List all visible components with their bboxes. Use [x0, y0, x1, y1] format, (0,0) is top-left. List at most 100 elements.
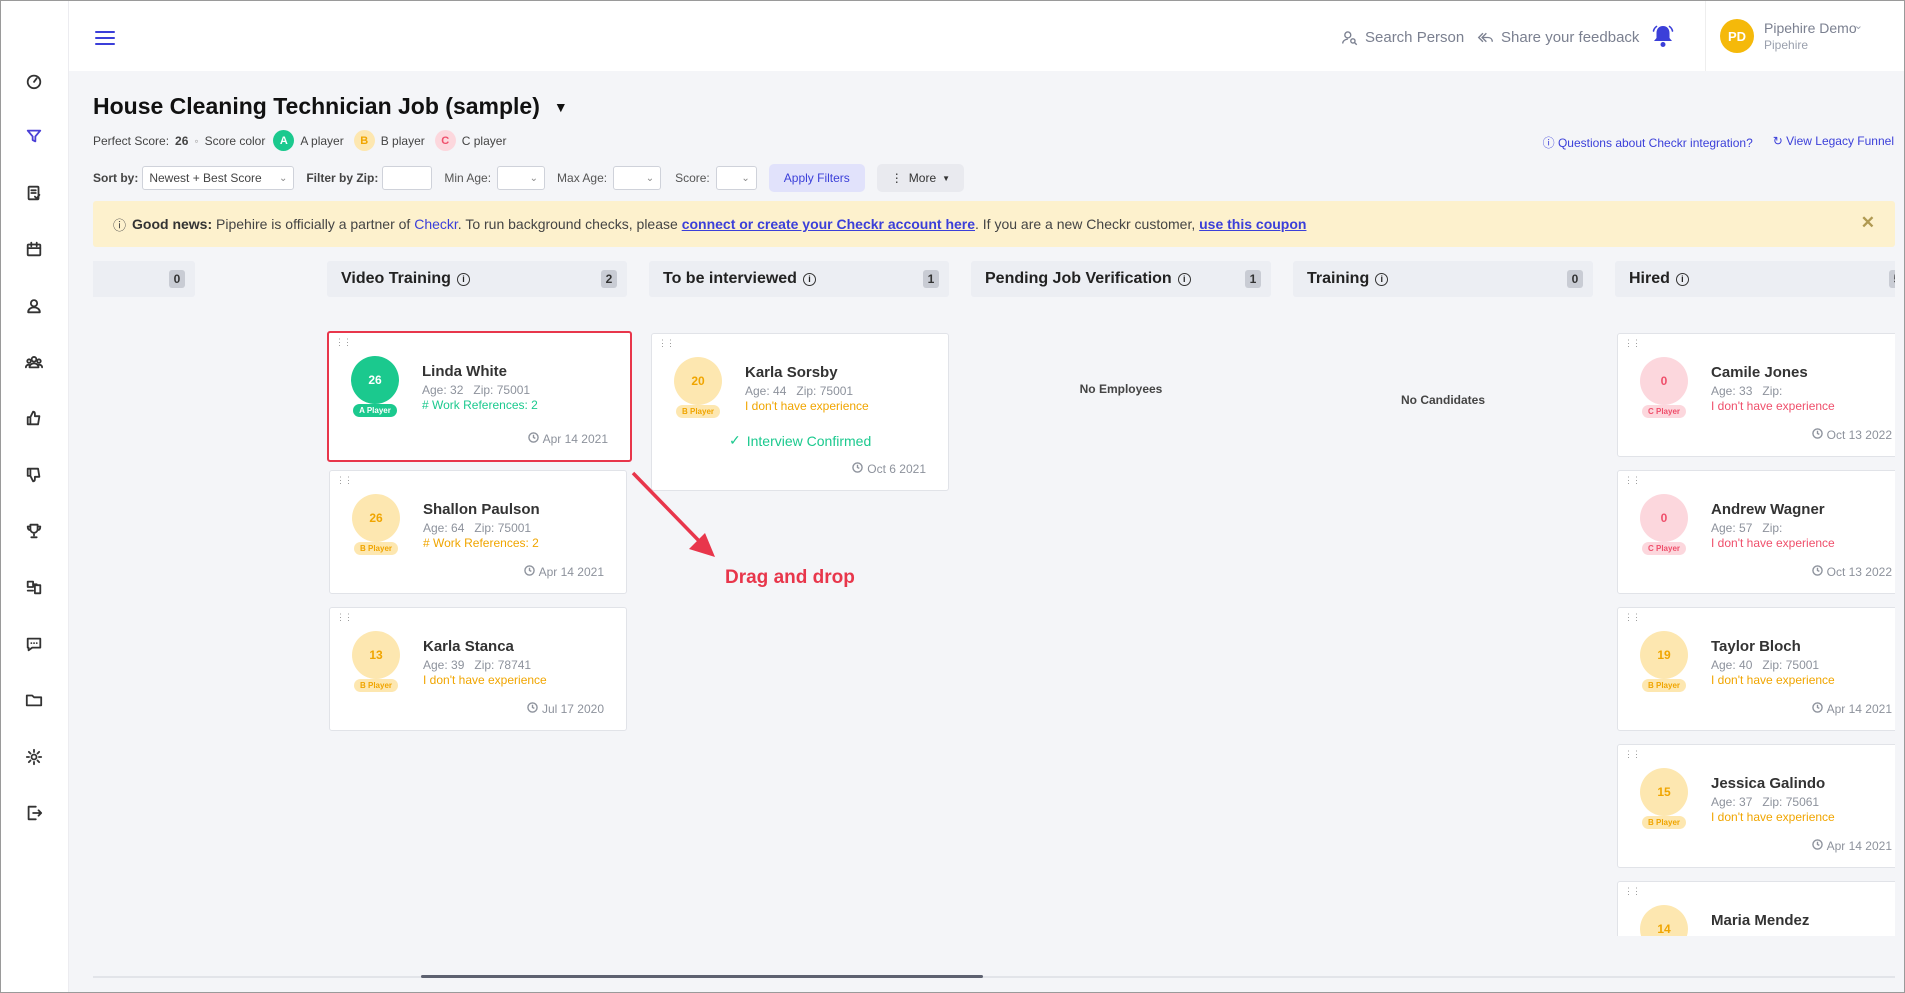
candidate-date: Apr 14 2021	[1811, 702, 1892, 716]
caret-down-icon: ▼	[942, 173, 951, 183]
settings-icon[interactable]	[23, 746, 45, 768]
candidate-name[interactable]: Karla Stanca	[423, 638, 514, 655]
candidate-name[interactable]: Camile Jones	[1711, 364, 1808, 381]
funnel-icon[interactable]	[23, 125, 45, 147]
candidate-card[interactable]: ⋮⋮ 19 B Player Taylor Bloch Age: 40 Zip: 750…	[1617, 607, 1895, 731]
candidate-detail: I don't have experience	[1711, 399, 1835, 413]
candidate-card[interactable]: ⋮⋮ 0 C Player Camile Jones Age: 33 Zip: I don…	[1617, 333, 1895, 457]
menu-icon[interactable]	[95, 31, 115, 47]
close-icon[interactable]: ✕	[1861, 213, 1875, 233]
info-icon[interactable]: i	[1675, 272, 1689, 286]
candidate-zip: Zip: 75001	[474, 521, 532, 535]
info-icon[interactable]: i	[1177, 272, 1191, 286]
candidate-age: Age: 33	[1711, 384, 1753, 398]
team-icon[interactable]	[23, 351, 45, 373]
alert-text-1: Pipehire is officially a partner of	[212, 216, 415, 232]
candidate-card[interactable]: ⋮⋮14B PlayerMaria Mendez	[1617, 881, 1895, 936]
sort-select[interactable]: Newest + Best Score ⌄	[142, 166, 295, 190]
apply-filters-button[interactable]: Apply Filters	[768, 164, 865, 192]
score-badge: 19	[1640, 631, 1688, 679]
drag-handle-icon[interactable]: ⋮⋮	[336, 613, 353, 622]
drag-handle-icon[interactable]: ⋮⋮	[1624, 613, 1641, 622]
candidate-name[interactable]: Jessica Galindo	[1711, 775, 1825, 792]
candidate-icon[interactable]	[23, 295, 45, 317]
drag-handle-icon[interactable]: ⋮⋮	[1624, 750, 1641, 759]
user-name: Pipehire Demo	[1764, 20, 1857, 36]
candidate-card[interactable]: ⋮⋮ 26 B Player Shallon Paulson Age: 64 Zip: …	[329, 470, 627, 594]
zip-label: Filter by Zip:	[306, 171, 379, 185]
drag-and-drop-annotation: Drag and drop	[725, 567, 855, 588]
notifications-bell-icon[interactable]	[1651, 23, 1675, 49]
candidate-zip: Zip:	[1762, 521, 1783, 535]
checkr-question-link[interactable]: ⓘ Questions about Checkr integration?	[1543, 134, 1753, 151]
min-age-select[interactable]: ⌄	[497, 166, 546, 190]
perfect-score-value: 26	[175, 133, 189, 148]
drag-handle-icon[interactable]: ⋮⋮	[658, 339, 675, 348]
feedback-button[interactable]: Share your feedback	[1477, 29, 1639, 46]
column-count: 1	[1245, 270, 1261, 288]
clock-icon	[523, 565, 535, 579]
caret-down-icon[interactable]: ▼	[554, 99, 568, 115]
coupon-link[interactable]: use this coupon	[1199, 216, 1306, 232]
search-person-label: Search Person	[1365, 29, 1465, 46]
c-player-dot: C	[434, 130, 456, 151]
candidate-meta: Age: 57 Zip:	[1711, 521, 1782, 535]
candidate-date: Apr 14 2021	[523, 565, 604, 579]
folder-icon[interactable]	[23, 689, 45, 711]
candidate-age: Age: 57	[1711, 521, 1753, 535]
perfect-score-label: Perfect Score:	[93, 133, 170, 148]
candidate-name[interactable]: Andrew Wagner	[1711, 501, 1825, 518]
horizontal-scrollbar[interactable]	[93, 976, 1895, 978]
drag-arrow	[631, 471, 715, 557]
trophy-icon[interactable]	[23, 520, 45, 542]
candidate-zip: Zip: 75061	[1762, 795, 1820, 809]
candidate-name[interactable]: Karla Sorsby	[745, 364, 838, 381]
legacy-funnel-link[interactable]: ↻ View Legacy Funnel	[1773, 134, 1894, 151]
candidate-card[interactable]: ⋮⋮ 15 B Player Jessica Galindo Age: 37 Zip: …	[1617, 744, 1895, 868]
drag-handle-icon[interactable]: ⋮⋮	[335, 338, 352, 347]
user-menu[interactable]: PD Pipehire Demo Pipehire ⌄	[1705, 1, 1904, 71]
logout-icon[interactable]	[23, 802, 45, 824]
alert-checkr: Checkr	[414, 216, 458, 232]
candidate-name[interactable]: Maria Mendez	[1711, 912, 1809, 929]
scrollbar-thumb[interactable]	[421, 975, 983, 978]
zip-input[interactable]	[382, 166, 433, 190]
info-icon[interactable]: i	[456, 272, 470, 286]
job-title: House Cleaning Technician Job (sample)	[93, 93, 540, 119]
candidate-name[interactable]: Linda White	[422, 363, 507, 380]
drag-handle-icon[interactable]: ⋮⋮	[1624, 887, 1641, 896]
dashboard-icon[interactable]	[23, 70, 45, 92]
max-age-select[interactable]: ⌄	[613, 166, 662, 190]
candidate-name[interactable]: Shallon Paulson	[423, 501, 540, 518]
thumbs-down-icon[interactable]	[23, 464, 45, 486]
candidate-card[interactable]: ⋮⋮ 13 B Player Karla Stanca Age: 39 Zip: 787…	[329, 607, 627, 731]
info-icon[interactable]: i	[1375, 272, 1389, 286]
column-pending-job-verification: Pending Job Verification i 1 No Employees	[971, 261, 1271, 936]
score-select[interactable]: ⌄	[715, 166, 757, 190]
drag-handle-icon[interactable]: ⋮⋮	[1624, 339, 1641, 348]
candidate-date: Oct 13 2022	[1811, 428, 1892, 442]
drag-handle-icon[interactable]: ⋮⋮	[336, 476, 353, 485]
drag-handle-icon[interactable]: ⋮⋮	[1624, 476, 1641, 485]
candidate-card[interactable]: ⋮⋮ 0 C Player Andrew Wagner Age: 57 Zip: I do…	[1617, 470, 1895, 594]
search-person-button[interactable]: Search Person	[1341, 29, 1464, 46]
more-button[interactable]: ⋮ More ▼	[876, 164, 965, 192]
candidate-card[interactable]: ⋮⋮ 26 A Player Linda White Age: 32 Zip: 7500…	[327, 331, 632, 462]
connect-checkr-link[interactable]: connect or create your Checkr account he…	[682, 216, 975, 232]
calendar-icon[interactable]	[23, 238, 45, 260]
integrations-icon[interactable]	[23, 576, 45, 598]
jobs-icon[interactable]	[23, 182, 45, 204]
candidate-name[interactable]: Taylor Bloch	[1711, 638, 1801, 655]
filter-bar: Sort by: Newest + Best Score ⌄ Filter by …	[93, 164, 965, 192]
thumbs-up-icon[interactable]	[23, 407, 45, 429]
score-badge: 13	[352, 631, 400, 679]
clock-icon	[1811, 702, 1823, 716]
column-count: 2	[601, 270, 617, 288]
candidate-zip: Zip: 78741	[474, 658, 532, 672]
info-icon[interactable]: i	[802, 272, 816, 286]
score-badge: 26	[352, 494, 400, 542]
candidate-detail: I don't have experience	[1711, 536, 1835, 550]
messages-icon[interactable]	[23, 633, 45, 655]
alert-text: Good news: Pipehire is officially a part…	[132, 216, 1306, 232]
candidate-detail: I don't have experience	[745, 399, 869, 413]
